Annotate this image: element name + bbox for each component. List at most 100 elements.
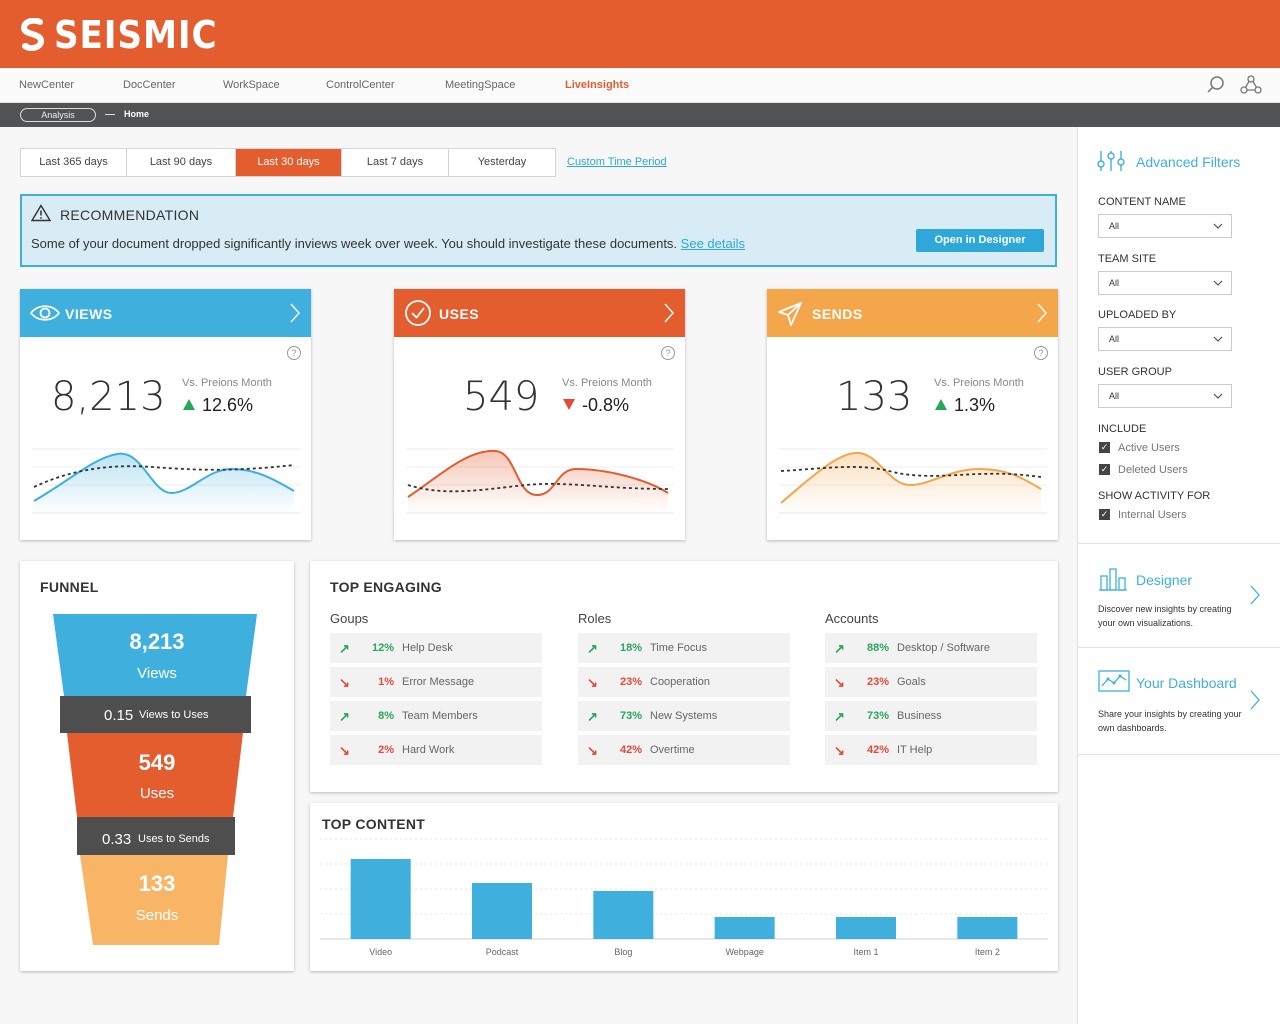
team-site-select[interactable]: All <box>1098 271 1232 295</box>
time-period-tabs: Last 365 days Last 90 days Last 30 days … <box>20 148 556 177</box>
nav-item-controlcenter[interactable]: ControlCenter <box>326 79 394 91</box>
item-name: Time Focus <box>650 642 708 654</box>
tab-last-7-days[interactable]: Last 7 days <box>342 149 449 176</box>
nav-item-meetingspace[interactable]: MeetingSpace <box>445 79 515 91</box>
tab-last-90-days[interactable]: Last 90 days <box>127 149 236 176</box>
list-item[interactable]: ↘ 42% IT Help <box>825 735 1037 765</box>
designer-promo[interactable]: Designer Discover new insights by creati… <box>1078 544 1280 647</box>
network-icon[interactable] <box>1240 75 1262 95</box>
list-item[interactable]: ↗ 73% Business <box>825 701 1037 731</box>
arrow-down-right-icon: ↘ <box>834 743 845 758</box>
arrow-up-right-icon: ↗ <box>339 641 350 656</box>
item-percent: 23% <box>866 676 889 688</box>
checkbox-label: Internal Users <box>1118 509 1187 521</box>
trend-up-icon <box>934 395 948 416</box>
uploaded-by-select[interactable]: All <box>1098 327 1232 351</box>
chart-bar[interactable] <box>957 917 1018 939</box>
tab-last-30-days[interactable]: Last 30 days <box>236 149 342 176</box>
kpi-value: 8,213 <box>51 374 166 420</box>
funnel-ratio-label: Views to Uses <box>139 709 209 721</box>
breadcrumb-analysis[interactable]: Analysis <box>20 108 96 122</box>
your-dashboard-promo[interactable]: Your Dashboard Share your insights by cr… <box>1078 648 1280 754</box>
arrow-up-right-icon: ↗ <box>587 709 598 724</box>
content-name-select[interactable]: All <box>1098 214 1232 238</box>
help-icon[interactable]: ? <box>661 346 675 360</box>
trend-up-icon <box>182 395 196 416</box>
funnel-sends-value: 133 <box>138 871 176 896</box>
nav-item-doccenter[interactable]: DocCenter <box>123 79 176 91</box>
chart-bar[interactable] <box>350 859 411 939</box>
seismic-logo-icon <box>20 18 45 52</box>
list-item[interactable]: ↗ 8% Team Members <box>330 701 542 731</box>
search-icon[interactable] <box>1206 75 1226 95</box>
chevron-right-icon <box>1037 303 1047 323</box>
recommendation-text: Some of your document dropped significan… <box>31 236 745 251</box>
chart-category-label: Podcast <box>486 947 519 957</box>
chevron-right-icon <box>1250 585 1260 605</box>
item-name: Business <box>897 710 942 722</box>
open-in-designer-button[interactable]: Open in Designer <box>916 229 1044 252</box>
kpi-header-uses[interactable]: USES <box>394 289 685 337</box>
chart-bar[interactable] <box>472 883 532 939</box>
arrow-up-right-icon: ↗ <box>834 709 845 724</box>
list-item[interactable]: ↗ 88% Desktop / Software <box>825 633 1037 663</box>
list-item[interactable]: ↘ 23% Cooperation <box>578 667 790 697</box>
custom-time-period-link[interactable]: Custom Time Period <box>567 156 667 168</box>
item-percent: 12% <box>371 642 394 654</box>
list-item[interactable]: ↘ 42% Overtime <box>578 735 790 765</box>
funnel-ratio-value: 0.15 <box>104 707 134 724</box>
see-details-link[interactable]: See details <box>681 236 745 251</box>
column-title: Goups <box>330 611 369 626</box>
active-users-checkbox[interactable]: ✓ <box>1099 442 1110 453</box>
item-name: Overtime <box>650 744 695 756</box>
advanced-filters-sidebar: Advanced Filters CONTENT NAME All TEAM S… <box>1077 127 1280 1024</box>
tab-last-365-days[interactable]: Last 365 days <box>21 149 127 176</box>
breadcrumb-home: Home <box>124 109 150 119</box>
list-item[interactable]: ↗ 73% New Systems <box>578 701 790 731</box>
top-engaging-title: TOP ENGAGING <box>330 579 442 595</box>
list-item[interactable]: ↗ 18% Time Focus <box>578 633 790 663</box>
item-name: Team Members <box>402 710 478 722</box>
deleted-users-checkbox[interactable]: ✓ <box>1099 464 1110 475</box>
breadcrumb-separator <box>105 114 115 115</box>
chart-category-label: Item 2 <box>975 947 1000 957</box>
kpi-value: 549 <box>463 374 540 420</box>
chart-bar[interactable] <box>593 891 654 939</box>
kpi-vs-label: Vs. Preions Month <box>934 377 1024 389</box>
internal-users-checkbox[interactable]: ✓ <box>1099 509 1110 520</box>
list-item[interactable]: ↘ 23% Goals <box>825 667 1037 697</box>
seismic-logo[interactable]: SEISMIC <box>20 13 236 57</box>
help-icon[interactable]: ? <box>287 346 301 360</box>
list-item[interactable]: ↘ 2% Hard Work <box>330 735 542 765</box>
item-name: Desktop / Software <box>897 642 990 654</box>
funnel-ratio-value: 0.33 <box>102 831 132 848</box>
engaging-column-groups: Goups ↗ 12% Help Desk ↘ 1% Error Message ↗ 8%… <box>330 611 542 769</box>
arrow-down-right-icon: ↘ <box>587 675 598 690</box>
kpi-change-value: -0.8% <box>582 395 630 415</box>
nav-item-newcenter[interactable]: NewCenter <box>19 79 74 91</box>
item-percent: 42% <box>619 744 642 756</box>
chart-bar[interactable] <box>836 917 896 939</box>
tab-yesterday[interactable]: Yesterday <box>449 149 555 176</box>
kpi-card-sends: SENDS ? 133 Vs. Preions Month 1.3% <box>767 289 1058 540</box>
funnel-ratio-label: Uses to Sends <box>138 833 210 845</box>
select-value: All <box>1109 221 1120 231</box>
item-percent: 2% <box>378 744 394 756</box>
column-title: Accounts <box>825 611 879 626</box>
chart-bar[interactable] <box>714 917 775 939</box>
eye-icon <box>30 305 60 321</box>
nav-item-liveinsights[interactable]: LiveInsights <box>565 79 629 91</box>
list-item[interactable]: ↘ 1% Error Message <box>330 667 542 697</box>
kpi-header-views[interactable]: VIEWS <box>20 289 311 337</box>
nav-item-workspace[interactable]: WorkSpace <box>223 79 280 91</box>
user-group-select[interactable]: All <box>1098 384 1232 408</box>
kpi-header-sends[interactable]: SENDS <box>767 289 1058 337</box>
uses-sparkline <box>406 448 674 514</box>
warning-icon <box>31 204 51 222</box>
recommendation-message: Some of your document dropped significan… <box>31 236 678 251</box>
help-icon[interactable]: ? <box>1034 346 1048 360</box>
arrow-down-right-icon: ↘ <box>339 743 350 758</box>
item-percent: 23% <box>619 676 642 688</box>
list-item[interactable]: ↗ 12% Help Desk <box>330 633 542 663</box>
arrow-up-right-icon: ↗ <box>587 641 598 656</box>
